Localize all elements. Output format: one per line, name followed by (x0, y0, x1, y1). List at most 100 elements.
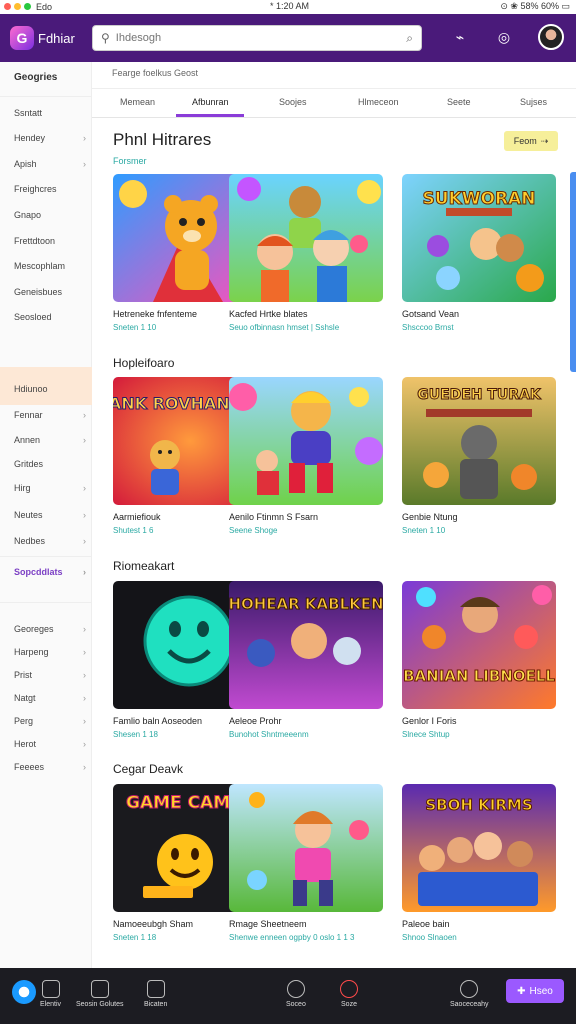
taskbar-item[interactable]: Seosin Golutes (76, 980, 123, 1008)
sidebar-item[interactable]: Hendey › (14, 133, 86, 143)
chevron-right-icon: › (83, 670, 86, 680)
sidebar-item[interactable]: Gritdes (14, 459, 86, 469)
tab[interactable]: Memean (120, 97, 155, 107)
card-meta: Bunohot Shntmeeenm (229, 730, 309, 739)
view-all-button[interactable]: Feom ⇢ (504, 131, 558, 151)
game-card[interactable]: GUEDEH TURAK Genbie Ntung Sneten 1 10 (402, 377, 556, 535)
sidebar-item[interactable]: Apish › (14, 159, 86, 169)
search-box[interactable]: ⚲ ⌕ (92, 25, 422, 51)
party-crew-art: BANIAN LIBNOELL (402, 581, 556, 709)
maximize-dot[interactable] (24, 3, 31, 10)
sidebar-item[interactable]: Nedbes › (14, 536, 86, 546)
brand[interactable]: G Fdhiar (10, 26, 75, 50)
taskbar-item[interactable]: Bicaten (144, 980, 167, 1008)
card-title: Kacfed Hrtke blates (229, 309, 308, 319)
sidebar-title: Geogries (14, 72, 58, 83)
sidebar-item[interactable]: Georeges › (14, 624, 86, 634)
sidebar-item[interactable]: Annen › (14, 435, 86, 445)
main-content: Fearge foelkus Geost Memean Afbunran Soo… (92, 62, 576, 968)
fantasy-heroes-art: HOHEAR KABLKEN (229, 581, 383, 709)
sidebar-item[interactable]: Ssntatt (14, 108, 86, 118)
taskbar-item[interactable]: Saoceceahy (450, 980, 489, 1008)
section-title: Riomeakart (113, 559, 175, 573)
close-dot[interactable] (4, 3, 11, 10)
compass-icon[interactable]: ◎ (494, 29, 514, 46)
sidebar-item-special[interactable]: Sopcddlats › (14, 567, 86, 577)
game-thumbnail[interactable] (229, 784, 383, 912)
game-card[interactable]: SBOH KIRMS Paleoe bain Shnoo Slnaoen (402, 784, 556, 942)
chevron-right-icon: › (83, 567, 86, 577)
search-input[interactable] (115, 32, 401, 44)
tag-icon[interactable]: ⌁ (450, 29, 470, 46)
sidebar-item[interactable]: Seosloed (14, 312, 86, 322)
scrollbar-thumb[interactable] (570, 172, 576, 372)
top-navigation-bar: G Fdhiar ⚲ ⌕ ⌁ ◎ (0, 14, 576, 62)
home-icon[interactable] (12, 980, 36, 1004)
tab[interactable]: Hlmeceon (358, 97, 399, 107)
breadcrumb: Fearge foelkus Geost (112, 68, 199, 78)
sidebar-item[interactable]: Fennar › (14, 410, 86, 420)
primary-action-button[interactable]: ✚ Hseo (506, 979, 564, 1003)
sidebar-item[interactable]: Feeees › (14, 762, 86, 772)
chevron-right-icon: › (83, 159, 86, 169)
sidebar-item[interactable]: Gnapo (14, 210, 86, 220)
sidebar-item[interactable]: Herot › (14, 739, 86, 749)
card-title: Genbie Ntung (402, 512, 458, 522)
chat-icon (90, 980, 109, 998)
tab[interactable]: Sujses (520, 97, 547, 107)
sidebar-item[interactable]: Mescophlam (14, 261, 86, 271)
chevron-right-icon: › (83, 410, 86, 420)
game-thumbnail[interactable]: BANIAN LIBNOELL (402, 581, 556, 709)
tab-active[interactable]: Afbunran (192, 97, 229, 107)
sidebar-item[interactable]: Perg › (14, 716, 86, 726)
game-card[interactable]: BANIAN LIBNOELL Genlor I Foris Slnece Sh… (402, 581, 556, 739)
minimize-dot[interactable] (14, 3, 21, 10)
game-card[interactable]: HOHEAR KABLKEN Aeleoe Prohr Bunohot Shnt… (229, 581, 383, 739)
taskbar-item[interactable]: Soze (340, 980, 358, 1008)
svg-text:DUANK ROVHAND: DUANK ROVHAND (113, 394, 243, 413)
sidebar-item[interactable]: Freighcres (14, 184, 86, 194)
sidebar-item[interactable]: Prist › (14, 670, 86, 680)
status-indicators: ⊙ ❀ 58% 60% ▭ (500, 1, 570, 11)
chevron-right-icon: › (83, 739, 86, 749)
card-title: Genlor I Foris (402, 716, 457, 726)
chevron-right-icon: › (83, 133, 86, 143)
sidebar-item[interactable]: Geneisbues (14, 287, 86, 297)
tab[interactable]: Seete (447, 97, 471, 107)
game-thumbnail[interactable]: GUEDEH TURAK (402, 377, 556, 505)
avatar[interactable] (538, 24, 564, 50)
sidebar: Geogries Ssntatt Hendey › Apish › Freighcr… (0, 62, 92, 968)
card-meta: Slnece Shtup (402, 730, 450, 739)
sidebar-item[interactable]: Natgt › (14, 693, 86, 703)
chevron-right-icon: › (83, 693, 86, 703)
taskbar-item[interactable]: Soceo (286, 980, 306, 1008)
svg-text:BANIAN LIBNOELL: BANIAN LIBNOELL (403, 667, 555, 685)
game-card[interactable]: SUKWORAN Gotsand Vean Shsccoo Brnst (402, 174, 556, 332)
adventure-logo-art: SUKWORAN (402, 174, 556, 302)
sidebar-item[interactable]: Neutes › (14, 510, 86, 520)
sidebar-item[interactable]: Frettdtoon (14, 236, 86, 246)
status-time: * 1:20 AM (270, 1, 310, 11)
search-submit-icon[interactable]: ⌕ (406, 31, 413, 46)
tab-bar: Memean Afbunran Soojes Hlmeceon Seete Su… (92, 88, 576, 118)
sidebar-item-active-label[interactable]: Hdiunoo (14, 384, 86, 394)
jungle-adventure-art: GUEDEH TURAK (402, 377, 556, 505)
chevron-right-icon: › (83, 647, 86, 657)
arrow-right-icon: ⇢ (540, 135, 549, 146)
sidebar-item[interactable]: Harpeng › (14, 647, 86, 657)
game-thumbnail[interactable]: HOHEAR KABLKEN (229, 581, 383, 709)
svg-text:SBOH KIRMS: SBOH KIRMS (425, 796, 532, 814)
tab[interactable]: Soojes (279, 97, 307, 107)
group-icon (286, 980, 305, 998)
game-card[interactable]: Kacfed Hrtke blates Seuo ofbinnasn hmset… (229, 174, 383, 332)
profile-icon (146, 980, 165, 998)
sidebar-item[interactable]: Hirg › (14, 483, 86, 493)
game-card[interactable]: Rmage Sheetneem Shenwe enneen ogpby 0 os… (229, 784, 383, 942)
game-thumbnail[interactable]: SUKWORAN (402, 174, 556, 302)
game-card[interactable]: Aenilo Ftinmn S Fsarn Seene Shoge (229, 377, 383, 535)
game-thumbnail[interactable] (229, 377, 383, 505)
game-thumbnail[interactable]: SBOH KIRMS (402, 784, 556, 912)
game-thumbnail[interactable] (229, 174, 383, 302)
taskbar-item[interactable]: Elentiv (40, 980, 61, 1008)
brand-name: Fdhiar (38, 30, 75, 46)
